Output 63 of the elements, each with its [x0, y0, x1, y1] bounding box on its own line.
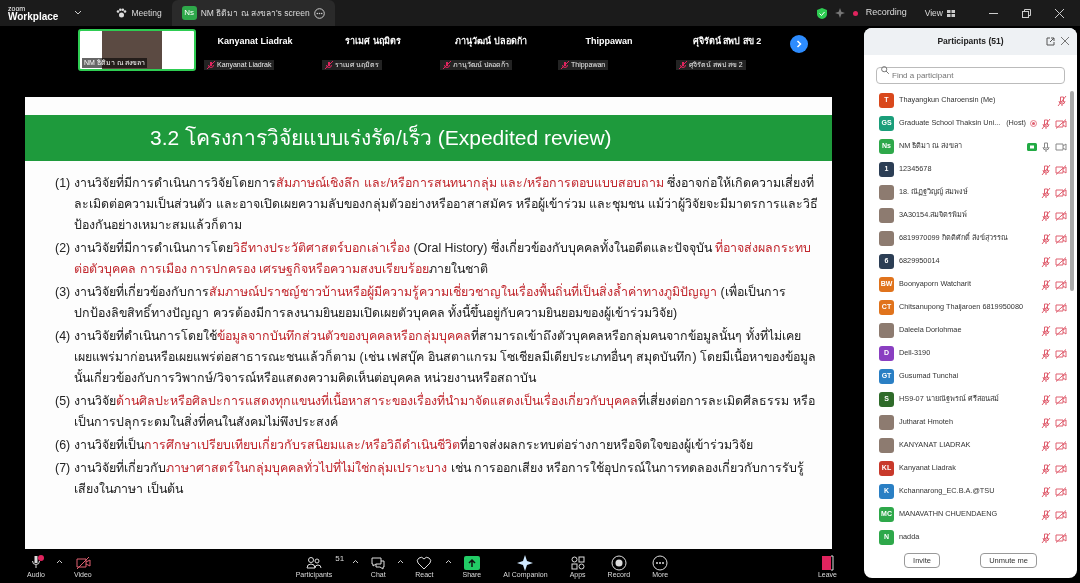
- grid-icon: [947, 9, 955, 17]
- more-icon: [652, 554, 669, 571]
- search-field[interactable]: Find a participant: [876, 67, 1065, 84]
- apps-icon: [569, 554, 586, 571]
- item-number: (6): [55, 437, 71, 454]
- paragraph: งานวิจัยที่ดำเนินการโดยใช้ข้อมูลจากบันทึกส่วนตัวของบุคคลหรือกลุ่มบุคคลที่สามารถเข้าถึงตัวบุคคลหรือกลุ่มคนจากข้อมูลนั้นๆ ทั้งที่ไม่เคยเผยแพร่มาก่อนหรือเผยแพร่ต่อสาธารณะชนแล้วก็ตาม (เช่น เฟสบุ๊ค อินสตาแกรม โซเชียลมีเดียประเภทอื่นๆ สมุดบันทึก) โดยมีเนื้อหาของข้อมูลนั้นเกี่ยวข้องกับการวิพากษ์/วิจารณ์หรือแสดงความคิดเห็นต่อบุคคล หน่วยงานหรือสถาบัน: [74, 326, 818, 388]
- tab[interactable]: Ns NM ธิติมา ณ สงขลา's screen: [171, 0, 335, 26]
- item-number: (1): [55, 175, 71, 192]
- view-button[interactable]: View: [922, 6, 957, 20]
- close-icon[interactable]: [1055, 8, 1064, 18]
- people-icon: [305, 554, 322, 571]
- door-icon: [819, 554, 836, 571]
- sparkle-icon[interactable]: [834, 8, 845, 18]
- avatar-photo: [879, 185, 894, 200]
- paragraph: งานวิจัยที่เกี่ยวกับภาษาศาสตร์ในกลุ่มบุคคลทั่วไปที่ไม่ใช่กลุ่มเปราะบาง เช่น การออกเสียง หรือการใช้อุปกรณ์ในการทดลองเกี่ยวกับการรับรู้เสียงในภาษา เป็นต้น: [74, 458, 806, 498]
- participant-name: ศุจิรัตน์ สพป สข 2: [691, 35, 763, 49]
- paragraph: งานวิจัยที่เกี่ยวข้องกับการสัมภาษณ์ปราชญ์ชาวบ้านหรือผู้มีความรู้ความเชี่ยวชาญในเรื่องพื้นถิ่นที่เป็นสิ่งล้ำค่าทางภูมิปัญญา (เพื่อเป็นการปกป้องลิขสิทธิ์ทางปัญญา ควรต้องมีการลงนามยินยอมเปิดเผยตัวบุคคล ทั้งนี้ขึ้นอยู่กับความยินยอมของผู้เข้าร่วมวิจัย): [74, 282, 787, 323]
- slide-title: 3.2 โครงการวิจัยแบบเร่งรัด/เร็ว (Expedited review): [25, 115, 832, 161]
- recording-dot-icon: [852, 10, 858, 16]
- item-number: (4): [55, 328, 71, 345]
- paragraph: งานวิจัยที่มีการดำเนินการโดยวิธีทางประวัติศาสตร์บอกเล่าเรื่อง (Oral History) ซึ่งเกี่ยวข้องกับบุคคลทั้งในอดีตและปัจจุบัน ที่อาจส่งผลกระทบต่อตัวบุคคล การเมือง การปกครอง เศรษฐกิจหรือความสงบเรียบร้อยภายในชาติ: [74, 238, 813, 279]
- caret-icon[interactable]: [444, 559, 452, 564]
- participant-name: Kanyanat Liadrak: [216, 35, 294, 48]
- paw-icon: [116, 8, 128, 18]
- more-icon[interactable]: [313, 7, 325, 19]
- item-number: (7): [55, 460, 71, 477]
- item-number: (2): [55, 240, 71, 257]
- caret-icon[interactable]: [397, 559, 405, 564]
- avatar-photo: [879, 415, 894, 430]
- heart-icon: [416, 554, 433, 571]
- participant-name: ภานุวัฒน์ ปลอดก้า: [454, 35, 528, 49]
- avatar-photo: [879, 231, 894, 246]
- pop-out-icon[interactable]: [1046, 37, 1055, 46]
- chat-icon: [370, 554, 387, 571]
- sparkle-icon: [517, 554, 534, 571]
- panel-title: Participants (51): [937, 35, 1004, 48]
- avatar-photo: [879, 323, 894, 338]
- chevron-right-icon: [795, 40, 803, 48]
- item-number: (3): [55, 284, 71, 301]
- avatar-photo: [879, 208, 894, 223]
- shield-icon: [816, 7, 827, 19]
- caret-icon[interactable]: [55, 559, 63, 564]
- paragraph: งานวิจัยที่มีการดำเนินการวิจัยโดยการสัมภาษณ์เชิงลึก และ/หรือการสนทนากลุ่ม และ/หรือการตอบแบบสอบถาม ซึ่งอาจก่อให้เกิดความเสี่ยงที่ละเมิดต่อความเป็นส่วนตัว และอาจเปิดเผยความลับของกลุ่มตัวอย่างหรืออาสาสมัคร หรือผู้เข้าร่วม และชุมชน แม้ว่าผู้วิจัยจะมีมาตรการและวิธีป้องกันอย่างเหมาะสมแล้วก็ตาม: [74, 173, 818, 234]
- product-name: Workplace: [8, 11, 59, 22]
- next-button[interactable]: [790, 35, 808, 53]
- recording-indicator: Recording: [865, 6, 907, 20]
- avatar-photo: [879, 438, 894, 453]
- video-off-icon: [74, 554, 91, 571]
- participant-count: 51: [335, 554, 345, 564]
- search-icon: [881, 66, 889, 74]
- tab[interactable]: Meeting: [106, 0, 172, 26]
- restore-icon[interactable]: [1022, 8, 1031, 18]
- paragraph: งานวิจัยด้านศิลปะหรือศิลปะการแสดงทุกแขนงที่เนื้อหาสาระของเรื่องที่นำมาจัดแสดงเป็นเรื่องเกี่ยวกับบุคคลที่เสี่ยงต่อการละเมิดศีลธรรม หรือเป็นการปลุกระดมในสิ่งที่คนในสังคมไม่พึงประสงค์: [74, 391, 816, 432]
- caret-icon[interactable]: [352, 559, 360, 564]
- item-number: (5): [55, 393, 71, 410]
- avatar: Ns: [181, 6, 197, 20]
- paragraph: งานวิจัยที่เป็นการศึกษาเปรียบเทียบเกี่ยวกับรสนิยมและ/หรือวิถีดำเนินชีวิตที่อาจส่งผลกระทบต่อร่างกายหรือจิตใจของผู้เข้าร่วมวิจัย: [74, 435, 753, 455]
- record-icon: [610, 554, 627, 571]
- share-screen-icon: [463, 554, 480, 571]
- caret-icon[interactable]: [74, 10, 83, 16]
- participant-name: Thippawan: [584, 35, 634, 48]
- participant-name: ราเมศ นฤมิตร: [344, 35, 402, 48]
- scrollbar[interactable]: [1070, 91, 1074, 291]
